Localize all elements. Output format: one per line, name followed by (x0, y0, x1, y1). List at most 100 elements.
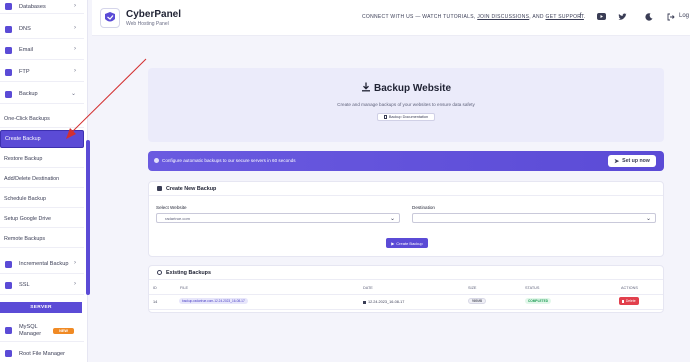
dark-mode-moon-icon[interactable] (644, 12, 653, 21)
status-badge: COMPLETED (525, 298, 552, 304)
history-icon (157, 270, 162, 275)
delete-label: Delete (625, 299, 636, 303)
connect-text: CONNECT WITH US — WATCH TUTORIALS, JOIN … (362, 14, 586, 20)
sidebar-item-email[interactable]: Email › (0, 41, 84, 60)
backup-icon (157, 186, 162, 191)
sidebar-section-server: SERVER (0, 302, 82, 313)
delete-backup-button[interactable]: Delete (619, 297, 639, 305)
sidebar-item-label-line1: MySQL (19, 323, 38, 330)
email-icon (5, 46, 12, 54)
calendar-icon (363, 300, 366, 304)
chevron-down-icon: ⌄ (645, 216, 651, 222)
destination-label: Destination (412, 205, 435, 210)
play-icon: ▶ (391, 240, 395, 246)
download-icon (361, 82, 370, 92)
twitter-icon[interactable] (618, 12, 627, 21)
auto-backup-text: Configure automatic backups to our secur… (162, 158, 296, 163)
sidebar-item-root-file-manager[interactable]: Root File Manager (0, 345, 84, 362)
backup-date-text: 12.24.2023_16-08-17 (368, 300, 405, 304)
backup-documentation-label: Backup Documentation (388, 115, 429, 119)
sidebar-item-ftp[interactable]: FTP › (0, 63, 84, 82)
backup-id: 14 (153, 300, 158, 304)
youtube-icon[interactable] (597, 12, 606, 21)
create-backup-button[interactable]: ▶ Create Backup (386, 238, 428, 248)
website-select[interactable]: radartrue.com ⌄ (156, 213, 400, 223)
sidebar-subitem-remote-backups[interactable]: Remote Backups (0, 230, 84, 248)
sidebar-subitem-setup-google-drive[interactable]: Setup Google Drive (0, 210, 84, 228)
sidebar-item-incremental-backup[interactable]: Incremental Backup › (0, 255, 84, 274)
paper-plane-icon: ➤ (614, 158, 620, 165)
chevron-right-icon: › (74, 68, 76, 74)
page-title-text: Backup Website (373, 83, 452, 94)
join-discussions-link[interactable]: JOIN DISCUSSIONS (477, 14, 529, 20)
destination-select[interactable]: ⌄ (412, 213, 656, 223)
sidebar-subitem-label: Create Backup (5, 136, 41, 142)
set-up-now-button[interactable]: ➤ Set up now (608, 155, 656, 167)
document-icon (383, 115, 387, 119)
chevron-right-icon: › (74, 46, 76, 52)
sidebar: Databases › DNS › Email › FTP › Backup ⌄… (0, 0, 88, 362)
sidebar-scrollbar[interactable] (86, 140, 90, 295)
website-select-value: radartrue.com (165, 215, 190, 221)
sidebar-subitem-label: Add/Delete Destination (4, 175, 60, 182)
existing-backups-card: Existing Backups ID FILE DATE SIZE STATU… (148, 265, 664, 313)
backup-size: 969MB (468, 298, 487, 304)
facebook-icon[interactable]: f (576, 12, 585, 21)
sidebar-item-label: Backup (19, 91, 38, 97)
sidebar-item-label: Incremental Backup (19, 261, 69, 267)
app-root: Databases › DNS › Email › FTP › Backup ⌄… (0, 0, 690, 362)
info-icon (154, 158, 159, 163)
select-website-label: Select Website (156, 205, 187, 210)
sidebar-subitem-label: One-Click Backups (4, 115, 50, 122)
database-icon (5, 3, 12, 10)
sidebar-item-label: Databases (19, 3, 46, 10)
sidebar-item-backup[interactable]: Backup ⌄ (0, 85, 84, 104)
sidebar-subitem-schedule-backup[interactable]: Schedule Backup (0, 190, 84, 208)
file-manager-icon (5, 350, 12, 357)
chevron-right-icon: › (74, 281, 76, 287)
existing-backups-heading-text: Existing Backups (166, 269, 211, 276)
top-header: CyberPanel Web Hosting Panel CONNECT WIT… (92, 0, 690, 36)
sidebar-item-label: FTP (19, 69, 30, 75)
sidebar-subitem-label: Setup Google Drive (4, 215, 52, 222)
sidebar-item-label: DNS (19, 26, 31, 32)
sidebar-subitem-label: Remote Backups (4, 235, 46, 242)
sidebar-item-databases[interactable]: Databases › (0, 0, 84, 14)
chevron-down-icon: ⌄ (389, 216, 395, 222)
backup-icon (5, 90, 12, 98)
sidebar-subitem-create-backup[interactable]: Create Backup (0, 130, 84, 148)
brand-name: CyberPanel (126, 9, 182, 20)
sidebar-item-label: Root File Manager (19, 350, 66, 357)
ssl-icon (5, 281, 12, 289)
backup-documentation-button[interactable]: Backup Documentation (377, 113, 435, 121)
connect-prefix: CONNECT WITH US — WATCH TUTORIALS, (362, 14, 478, 20)
sidebar-item-ssl[interactable]: SSL › (0, 276, 84, 295)
sidebar-item-label: MySQL Manager (19, 324, 41, 338)
column-header-file: FILE (180, 286, 189, 290)
chevron-down-icon: ⌄ (70, 91, 76, 97)
create-backup-label: Create Backup (396, 240, 423, 246)
sidebar-subitem-restore-backup[interactable]: Restore Backup (0, 150, 84, 168)
sidebar-item-mysql-manager[interactable]: MySQL Manager NEW (0, 320, 84, 342)
chevron-right-icon: › (74, 3, 76, 9)
page-hero: Backup Website Create and manage backups… (148, 68, 664, 142)
sidebar-subitem-one-click-backups[interactable]: One-Click Backups (0, 110, 84, 128)
sidebar-subitem-add-delete-destination[interactable]: Add/Delete Destination (0, 170, 84, 188)
column-header-status: STATUS (525, 286, 540, 290)
incremental-backup-icon (5, 260, 12, 268)
logout-icon[interactable] (666, 12, 675, 21)
column-header-date: DATE (363, 286, 373, 290)
create-backup-heading-text: Create New Backup (166, 185, 217, 192)
folder-icon (5, 68, 12, 76)
backup-date: 12.24.2023_16-08-17 (363, 300, 404, 304)
sidebar-item-dns[interactable]: DNS › (0, 20, 84, 39)
auto-backup-banner: Configure automatic backups to our secur… (148, 151, 664, 171)
existing-backups-heading: Existing Backups (149, 266, 663, 280)
cyberpanel-logo-icon[interactable] (100, 8, 120, 28)
sidebar-item-label: SSL (19, 282, 30, 288)
connect-mid: , AND (529, 14, 546, 20)
chevron-right-icon: › (74, 260, 76, 266)
logout-link[interactable]: Log (679, 13, 689, 19)
column-header-actions: ACTIONS (621, 286, 638, 290)
sidebar-item-label: Email (19, 47, 33, 53)
